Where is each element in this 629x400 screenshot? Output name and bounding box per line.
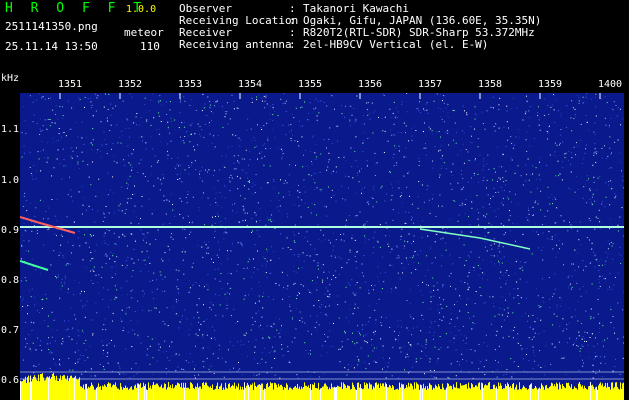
spectrogram-canvas: [20, 93, 624, 400]
info-value: 2el-HB9CV Vertical (el. E-W): [303, 38, 489, 51]
spectrogram: [20, 93, 624, 400]
x-tick: 1356: [358, 79, 383, 90]
meteor-label: meteor: [124, 26, 164, 39]
meteor-count: 110: [140, 40, 160, 53]
noise-floor-bars: [20, 372, 624, 400]
date-time: 25.11.14 13:50: [5, 40, 98, 53]
app-title: H R O F F T: [5, 1, 147, 16]
x-tick: 1352: [118, 79, 143, 90]
x-tick: 1359: [538, 79, 563, 90]
y-tick: 1.0: [1, 175, 20, 186]
y-tick: 0.8: [1, 275, 20, 286]
y-tick: 1.1: [1, 124, 20, 135]
x-tick: 1357: [418, 79, 443, 90]
x-tick: 1354: [238, 79, 263, 90]
x-tick: 1358: [478, 79, 503, 90]
y-tick: 0.7: [1, 325, 20, 336]
x-tick: 1351: [58, 79, 83, 90]
info-key: Receiving antenna: [179, 38, 292, 51]
station-info: Observer: Takanori Kawachi Receiving Loc…: [179, 3, 541, 51]
info-row-antenna: Receiving antenna: 2el-HB9CV Vertical (e…: [179, 38, 489, 51]
x-tick: 1353: [178, 79, 203, 90]
file-name: 2511141350.png: [5, 20, 98, 33]
x-tick: 1355: [298, 79, 323, 90]
time-axis: 1351 1352 1353 1354 1355 1356 1357 1358 …: [0, 76, 629, 92]
y-tick: 0.9: [1, 225, 20, 236]
meteor-echo-green: [20, 260, 49, 271]
x-tick: 1400: [598, 79, 623, 90]
y-tick: 0.6: [1, 375, 20, 386]
header-panel: H R O F F T 1.0.0 2511141350.png 25.11.1…: [0, 0, 629, 75]
time-tick-marks: [59, 93, 601, 99]
noise-speckle: [20, 93, 624, 379]
doppler-trace: [419, 228, 531, 250]
app-version: 1.0.0: [126, 4, 157, 15]
